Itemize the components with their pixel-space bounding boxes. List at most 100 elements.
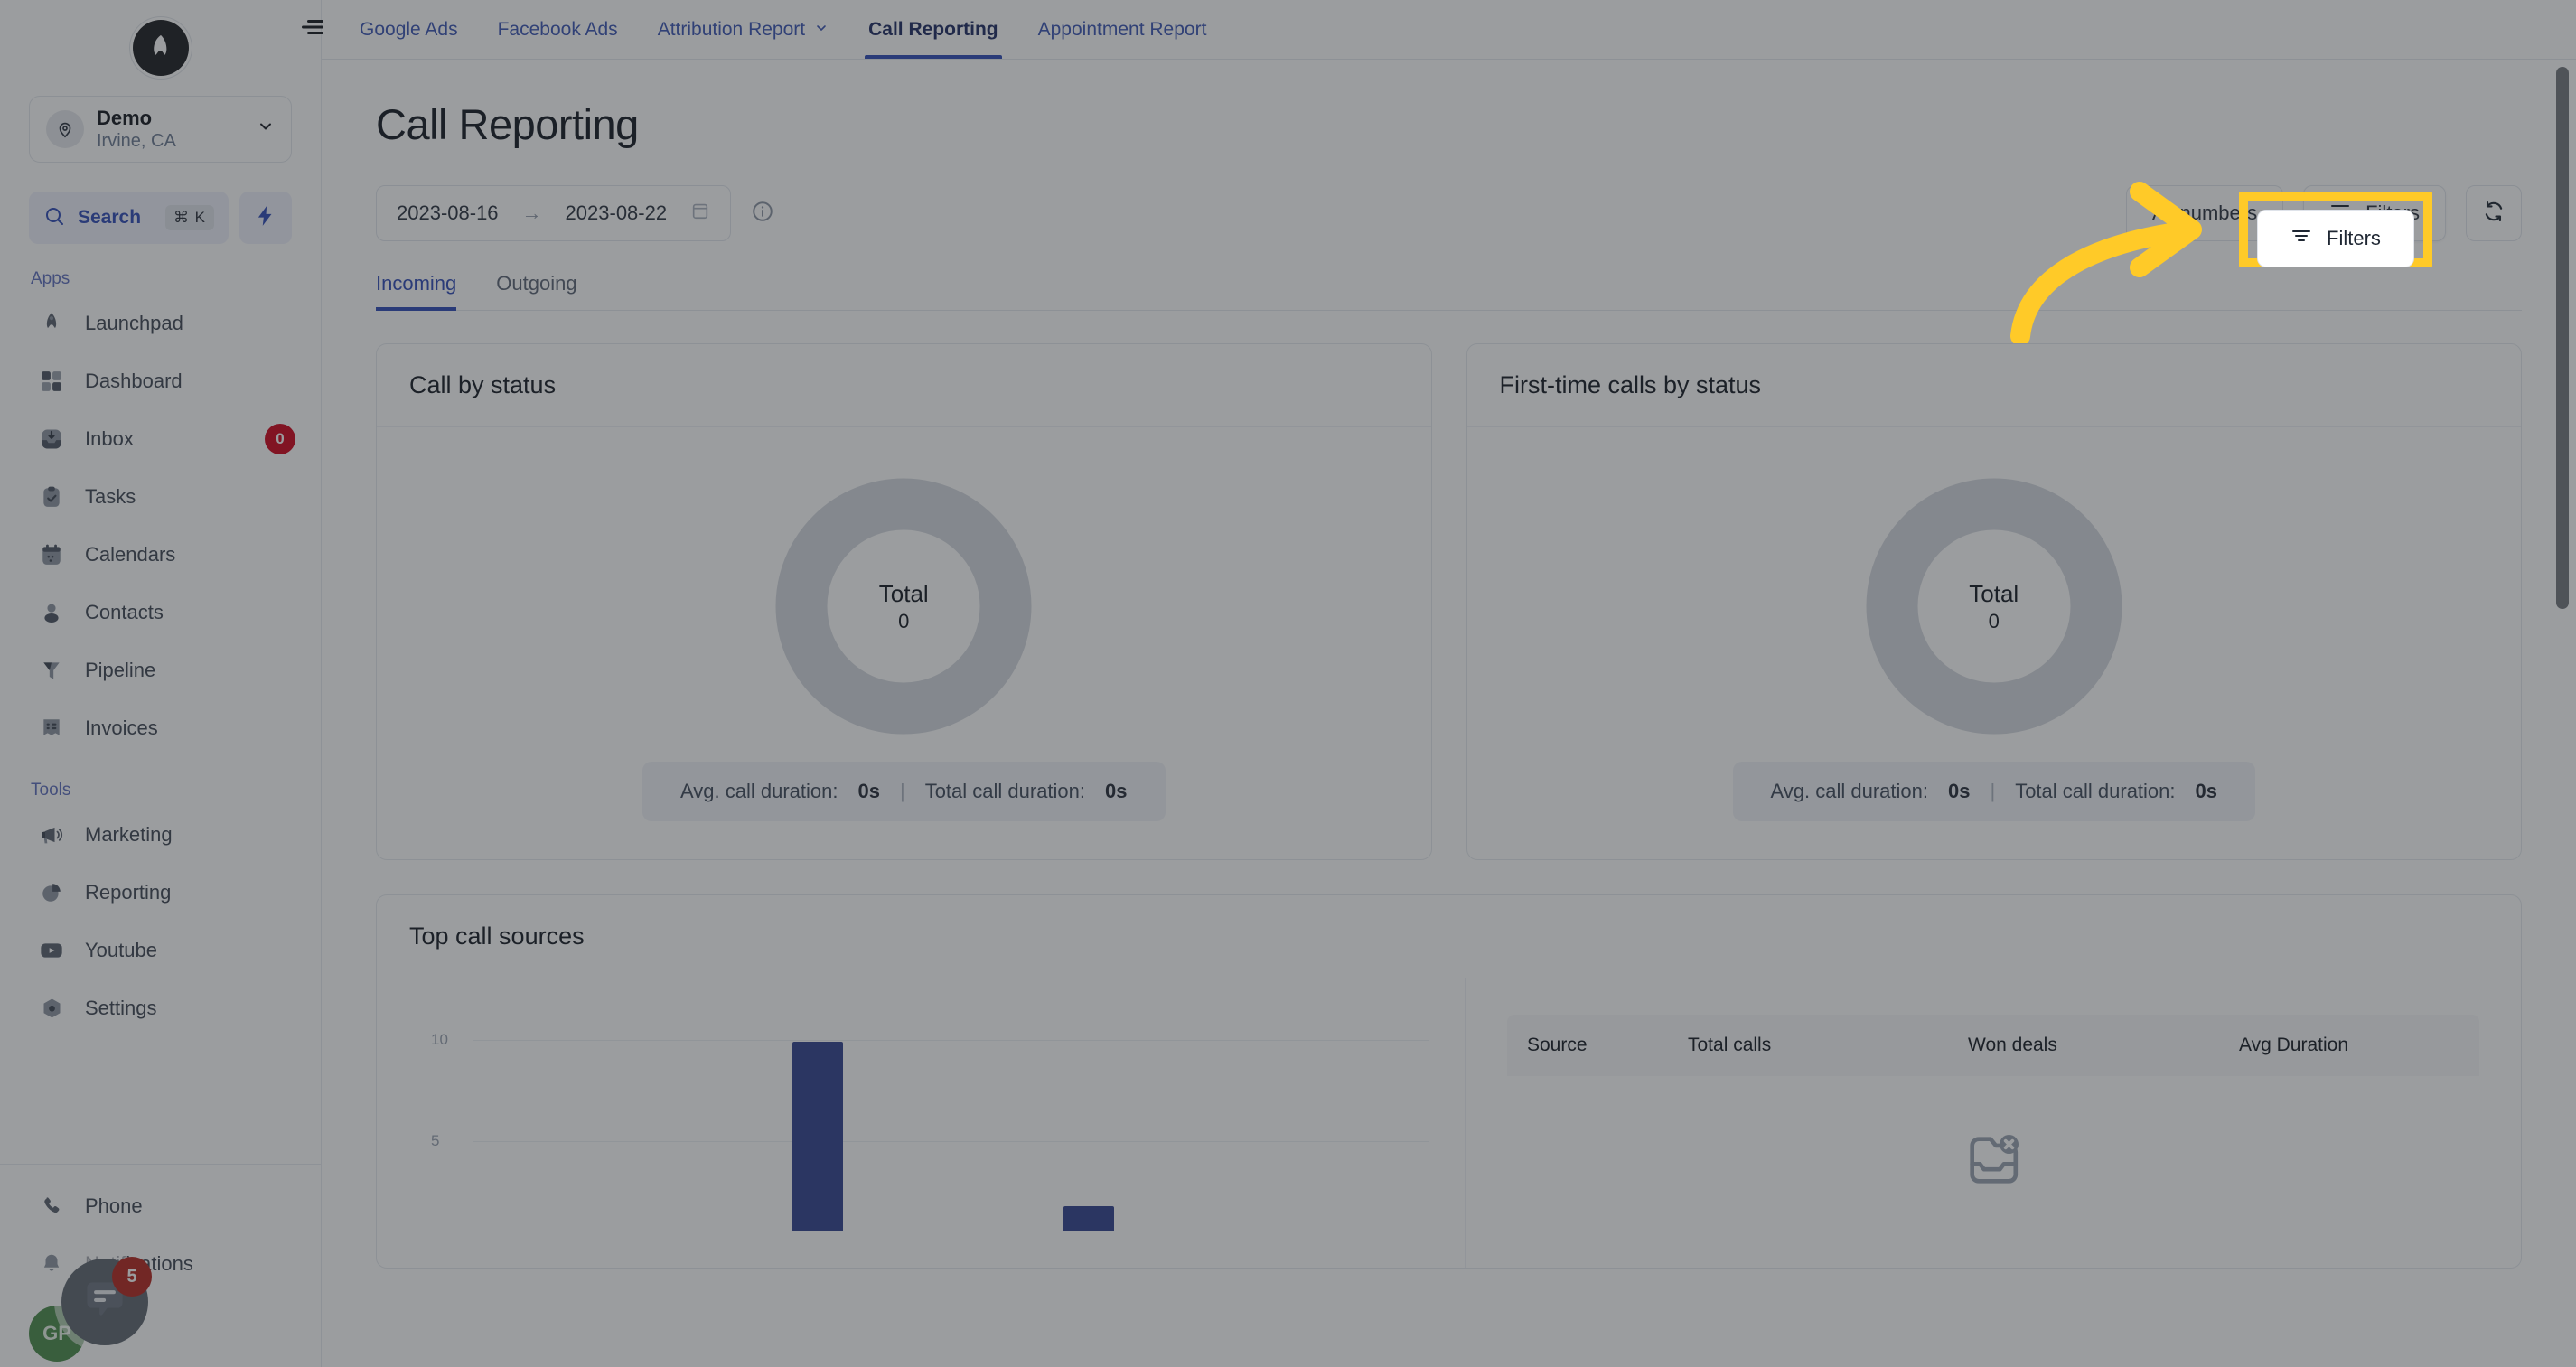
date-range-picker[interactable]: 2023-08-16 → 2023-08-22 [376,185,732,241]
tab-call-reporting[interactable]: Call Reporting [848,0,1018,59]
location-sub: Irvine, CA [97,131,176,152]
sidebar-item-reporting[interactable]: Reporting [0,864,321,922]
sidebar-item-launchpad[interactable]: Launchpad [0,295,321,352]
card-title: Call by status [409,371,557,398]
rocket-icon [38,310,65,337]
inbox-badge: 0 [265,424,295,454]
lightning-bolt-icon [254,204,277,232]
search-row: Search ⌘ K [0,163,321,244]
receipt-icon [38,715,65,742]
card-top-call-sources: Top call sources 10 5 Source Total calls… [376,894,2522,1269]
sidebar-nav: Apps Launchpad Dashboard Inbox 0 Tasks C… [0,244,321,1164]
date-start-value[interactable]: 2023-08-16 [397,201,499,225]
sidebar-item-label: Reporting [85,881,172,904]
gridline [473,1141,1429,1142]
section-label-tools: Tools [31,781,71,800]
table-header-total-calls[interactable]: Total calls [1688,1015,1968,1076]
donut-total-value: 0 [898,609,910,632]
sidebar-item-pipeline[interactable]: Pipeline [0,641,321,699]
sidebar-item-settings[interactable]: Settings [0,979,321,1037]
chevron-down-icon [257,117,275,141]
search-input[interactable]: Search ⌘ K [29,192,229,244]
sidebar-item-inbox[interactable]: Inbox 0 [0,410,321,468]
sidebar-bottom: Phone Notifications Profile GP [0,1164,321,1367]
rocket-logo-icon [153,34,166,55]
sidebar-item-label: Invoices [85,716,158,739]
no-data-icon [1507,1128,2479,1192]
tab-attribution-report[interactable]: Attribution Report [638,0,848,59]
numbers-filter-value: All numbers [2151,201,2258,224]
info-circle-icon[interactable] [751,200,774,228]
sidebar-item-label: Dashboard [85,370,183,392]
sidebar-item-dashboard[interactable]: Dashboard [0,352,321,410]
sidebar: Demo Irvine, CA Search ⌘ K Apps Launchpa… [0,0,322,1367]
phone-icon [38,1193,65,1220]
location-switcher[interactable]: Demo Irvine, CA [29,96,292,163]
chat-widget-button[interactable]: 5 [61,1257,152,1345]
page-title: Call Reporting [376,100,639,148]
table-header-won-deals[interactable]: Won deals [1968,1015,2239,1076]
avg-duration-label: Avg. call duration: [680,780,838,802]
inbox-icon [38,426,65,453]
sidebar-item-tasks[interactable]: Tasks [0,468,321,526]
card-title: Top call sources [409,922,585,950]
tab-facebook-ads[interactable]: Facebook Ads [478,0,638,59]
card-body: 10 5 Source Total calls Won deals Avg Du… [377,978,2521,1268]
bar [792,1042,843,1231]
tab-google-ads[interactable]: Google Ads [340,0,478,59]
table-header-source[interactable]: Source [1507,1015,1688,1076]
card-first-time-calls-by-status: First-time calls by status Total 0 Avg. … [1466,343,2522,860]
quick-action-button[interactable] [239,192,292,244]
tab-outgoing[interactable]: Outgoing [496,272,576,310]
sidebar-item-phone[interactable]: Phone [0,1177,321,1235]
filters-button[interactable]: Filters [2303,185,2446,241]
date-end-value[interactable]: 2023-08-22 [566,201,668,225]
sidebar-item-calendars[interactable]: Calendars [0,526,321,584]
main-content: Google Ads Facebook Ads Attribution Repo… [302,0,2576,1367]
date-arrow-icon: → [521,201,542,224]
table-header-row: Source Total calls Won deals Avg Duratio… [1507,1015,2479,1076]
donut-total-value: 0 [1988,609,2000,632]
total-duration-value: 0s [2195,780,2217,802]
app-logo[interactable] [0,0,321,96]
card-call-by-status: Call by status Total 0 Avg. call duratio… [376,343,1432,860]
sidebar-item-invoices[interactable]: Invoices [0,699,321,757]
donut-center: Total 0 [1866,478,2122,735]
grid-icon [38,368,65,395]
tab-label: Call Reporting [868,18,998,40]
clipboard-check-icon [38,483,65,510]
vertical-scrollbar[interactable] [2556,67,2569,609]
gear-icon [38,995,65,1022]
sidebar-item-youtube[interactable]: Youtube [0,922,321,979]
section-label-apps: Apps [31,269,70,288]
numbers-filter-dropdown[interactable]: All numbers [2125,185,2284,241]
hamburger-menu-button[interactable] [286,0,340,59]
megaphone-icon [38,821,65,848]
tab-incoming[interactable]: Incoming [376,272,457,311]
sidebar-item-contacts[interactable]: Contacts [0,584,321,641]
refresh-icon [2482,200,2506,228]
tab-label: Appointment Report [1037,18,1207,40]
calendar-icon [690,201,710,226]
tab-appointment-report[interactable]: Appointment Report [1018,0,1227,59]
tab-label: Outgoing [496,272,577,295]
sidebar-item-label: Calendars [85,543,176,566]
sidebar-item-marketing[interactable]: Marketing [0,806,321,864]
card-body: Total 0 Avg. call duration: 0s | Total c… [377,427,1431,859]
sidebar-item-label: Marketing [85,823,173,846]
refresh-button[interactable] [2466,185,2522,241]
table-header-avg-duration[interactable]: Avg Duration [2239,1015,2479,1076]
chat-unread-badge: 5 [112,1257,152,1297]
y-axis-tick: 10 [431,1031,448,1048]
sidebar-item-label: Contacts [85,601,164,623]
donut-total-label: Total [878,580,929,607]
avg-duration-value: 0s [857,780,880,802]
youtube-icon [38,937,65,964]
bar [1063,1206,1114,1231]
location-name: Demo [97,106,153,129]
location-pin-icon [46,110,84,148]
direction-tabs: Incoming Outgoing [376,272,2522,311]
sidebar-item-label: Youtube [85,939,157,961]
sidebar-item-notifications[interactable]: Notifications [0,1235,321,1293]
search-label: Search [78,207,142,228]
